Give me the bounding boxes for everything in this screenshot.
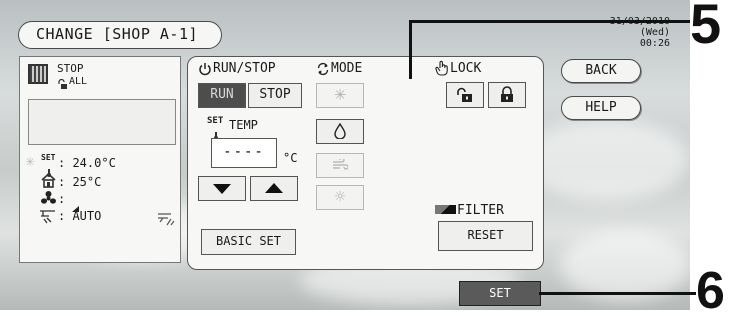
set-button[interactable]: SET (459, 281, 541, 306)
droplet-icon (334, 122, 346, 140)
control-panel: RUN/STOP RUN STOP SET TEMP ---- °C BASIC… (187, 56, 544, 270)
mode-cycle-icon (316, 61, 330, 76)
background-cloud (520, 120, 690, 200)
unlock-icon (457, 87, 472, 102)
triangle-down-icon (213, 184, 231, 194)
house-icon (41, 172, 56, 188)
status-panel: STOP ALL ✳ SET : 24.0°C : 25°C : : AUTO (19, 56, 181, 263)
power-icon (198, 61, 212, 76)
run-button[interactable]: RUN (198, 83, 246, 108)
state-text: STOP (57, 62, 84, 75)
triangle-up-icon (265, 183, 283, 193)
touchscreen: CHANGE [SHOP A-1] 31/03/2010 (Wed) 00:26… (0, 0, 690, 310)
callout-line-6 (539, 292, 690, 295)
filter-label: FILTER (457, 203, 504, 218)
stop-button[interactable]: STOP (248, 83, 302, 108)
room-temp-value: : 25°C (58, 175, 102, 189)
filter-reset-button[interactable]: RESET (438, 221, 533, 251)
temp-unit: °C (283, 151, 298, 165)
group-text: ALL (69, 76, 88, 87)
lock-button[interactable] (488, 82, 526, 108)
lock-title: LOCK (450, 61, 482, 76)
swing-icon (157, 211, 175, 226)
basic-set-button[interactable]: BASIC SET (201, 229, 296, 255)
sun-icon: ☼ (333, 189, 347, 205)
lock-icon (501, 86, 513, 102)
temp-down-button[interactable] (198, 176, 246, 201)
unlock-button[interactable] (446, 82, 484, 108)
indoor-unit-icon (28, 64, 48, 84)
set-temp-label: TEMP (229, 118, 258, 132)
callout-5: 5 (690, 0, 722, 55)
fan-mode-icon: ✳ (25, 155, 36, 169)
fan-speed-value: : (58, 192, 66, 206)
louver-value: : AUTO (58, 209, 102, 223)
mode-dry-button[interactable] (316, 119, 364, 144)
screen-title: CHANGE [SHOP A-1] (18, 21, 222, 49)
thermometer-icon (212, 125, 220, 140)
filter-icon (435, 205, 456, 214)
hand-pointer-icon (435, 60, 449, 76)
callout-line-5-drop (409, 20, 412, 79)
mode-heat-button[interactable]: ☼ (316, 185, 364, 210)
message-area (28, 99, 176, 145)
lock-group-icon (57, 75, 68, 89)
temp-up-button[interactable] (250, 176, 298, 201)
set-temp-display: ---- (211, 138, 277, 168)
set-temp-value: : 24.0°C (58, 156, 116, 170)
fan-mode-icon (333, 157, 349, 170)
help-button[interactable]: HELP (561, 96, 641, 120)
mode-title: MODE (331, 61, 363, 76)
back-button[interactable]: BACK (561, 59, 641, 83)
mode-cool-button[interactable]: ✳ (316, 83, 364, 108)
day-time: (Wed) 00:26 (639, 27, 670, 49)
louver-icon (39, 208, 56, 224)
run-stop-title: RUN/STOP (213, 61, 276, 76)
callout-6: 6 (696, 262, 725, 320)
fan-speed-bars-icon (72, 197, 79, 212)
set-label: SET (41, 153, 56, 162)
thermometer-icon (45, 162, 53, 177)
mode-fan-button[interactable] (316, 153, 364, 178)
callout-line-5 (409, 20, 690, 23)
fan-speed-icon (41, 191, 56, 206)
snowflake-icon: ✳ (333, 86, 347, 104)
background-cloud (560, 230, 690, 300)
